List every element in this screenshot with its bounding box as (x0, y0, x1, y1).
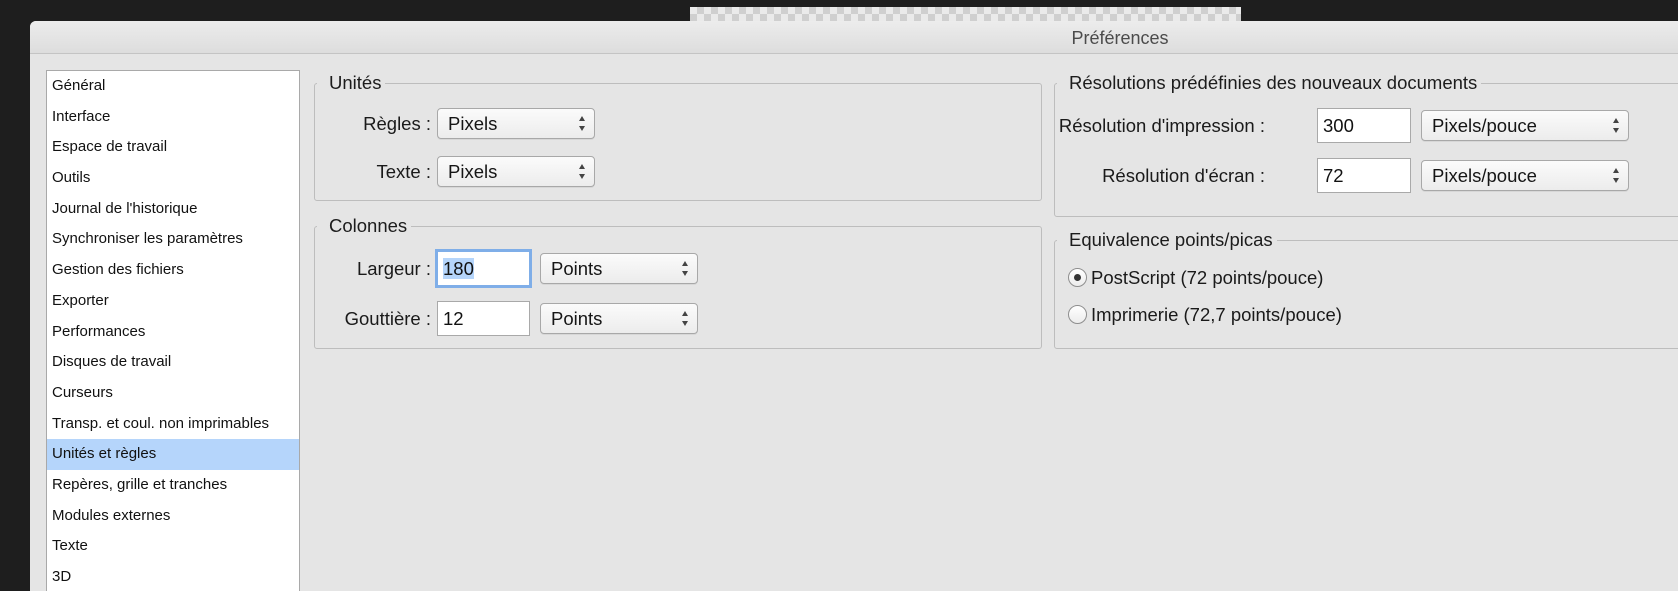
screen-resolution-field[interactable]: 72 (1317, 158, 1411, 193)
sidebar-item-sync-settings[interactable]: Synchroniser les paramètres (47, 224, 299, 255)
sidebar-item-history-log[interactable]: Journal de l'historique (47, 194, 299, 225)
sidebar-item-export[interactable]: Exporter (47, 286, 299, 317)
category-list[interactable]: Général Interface Espace de travail Outi… (46, 70, 300, 591)
sidebar-item-guides-grid-slices[interactable]: Repères, grille et tranches (47, 470, 299, 501)
rules-label: Règles : (363, 113, 431, 134)
units-group: Unités Règles : Pixels Texte : Pixels (314, 72, 1042, 201)
sidebar-item-tools[interactable]: Outils (47, 163, 299, 194)
print-resolution-label: Résolution d'impression : (1058, 115, 1265, 136)
column-width-unit-select[interactable]: Points (540, 253, 698, 284)
sidebar-item-performance[interactable]: Performances (47, 317, 299, 348)
column-width-value: 180 (443, 258, 474, 279)
preferences-window: Préférences Général Interface Espace de … (30, 21, 1678, 591)
traditional-option-label: Imprimerie (72,7 points/pouce) (1091, 304, 1342, 325)
radio-unselected-icon[interactable] (1068, 305, 1087, 324)
title-bar[interactable]: Préférences (30, 21, 1678, 54)
sidebar-item-workspace[interactable]: Espace de travail (47, 132, 299, 163)
column-width-field[interactable]: 180 (435, 249, 532, 288)
screen-resolution-unit-select[interactable]: Pixels/pouce (1421, 160, 1629, 191)
stepper-arrows-icon (682, 311, 688, 326)
rules-unit-value: Pixels (448, 113, 498, 134)
print-resolution-unit-value: Pixels/pouce (1432, 115, 1537, 136)
screen-resolution-value: 72 (1323, 165, 1344, 186)
rules-unit-select[interactable]: Pixels (437, 108, 595, 139)
print-resolution-unit-select[interactable]: Pixels/pouce (1421, 110, 1629, 141)
print-resolution-value: 300 (1323, 115, 1354, 136)
columns-group: Colonnes Largeur : 180 Points Gouttière … (314, 215, 1042, 349)
columns-legend: Colonnes (317, 215, 412, 237)
text-unit-select[interactable]: Pixels (437, 156, 595, 187)
print-resolution-field[interactable]: 300 (1317, 108, 1411, 143)
gutter-value: 12 (443, 308, 464, 329)
sidebar-item-scratch-disks[interactable]: Disques de travail (47, 347, 299, 378)
sidebar-item-file-handling[interactable]: Gestion des fichiers (47, 255, 299, 286)
postscript-option-label: PostScript (72 points/pouce) (1091, 267, 1324, 288)
text-label: Texte : (376, 161, 432, 182)
resolutions-legend: Résolutions prédéfinies des nouveaux doc… (1057, 72, 1482, 94)
points-picas-legend: Equivalence points/picas (1057, 229, 1277, 251)
sidebar-item-interface[interactable]: Interface (47, 102, 299, 133)
stepper-arrows-icon (1613, 168, 1619, 183)
sidebar-item-units-rulers[interactable]: Unités et règles (47, 439, 299, 470)
screen-resolution-unit-value: Pixels/pouce (1432, 165, 1537, 186)
postscript-option[interactable]: PostScript (72 points/pouce) (1068, 267, 1323, 289)
dialog-content: Général Interface Espace de travail Outi… (30, 54, 1678, 591)
transparency-checkerboard (690, 7, 1241, 21)
stepper-arrows-icon (1613, 118, 1619, 133)
text-unit-value: Pixels (448, 161, 498, 182)
screen-resolution-label: Résolution d'écran : (1102, 165, 1265, 186)
sidebar-item-general[interactable]: Général (47, 71, 299, 102)
sidebar-item-plugins[interactable]: Modules externes (47, 501, 299, 532)
stepper-arrows-icon (579, 164, 585, 179)
stepper-arrows-icon (682, 261, 688, 276)
width-label: Largeur : (356, 258, 431, 279)
radio-selected-icon[interactable] (1068, 268, 1087, 287)
sidebar-item-3d[interactable]: 3D (47, 562, 299, 591)
sidebar-item-cursors[interactable]: Curseurs (47, 378, 299, 409)
points-picas-group: Equivalence points/picas PostScript (72 … (1054, 229, 1678, 349)
sidebar-item-type[interactable]: Texte (47, 531, 299, 562)
gutter-label: Gouttière : (344, 308, 431, 329)
stepper-arrows-icon (579, 116, 585, 131)
gutter-unit-value: Points (551, 308, 603, 329)
column-width-unit-value: Points (551, 258, 603, 279)
resolutions-group: Résolutions prédéfinies des nouveaux doc… (1054, 72, 1678, 217)
sidebar-item-transparency-gamut[interactable]: Transp. et coul. non imprimables (47, 409, 299, 440)
traditional-option[interactable]: Imprimerie (72,7 points/pouce) (1068, 304, 1342, 326)
gutter-unit-select[interactable]: Points (540, 303, 698, 334)
gutter-field[interactable]: 12 (437, 301, 530, 336)
units-legend: Unités (317, 72, 386, 94)
window-title: Préférences (1071, 28, 1169, 48)
